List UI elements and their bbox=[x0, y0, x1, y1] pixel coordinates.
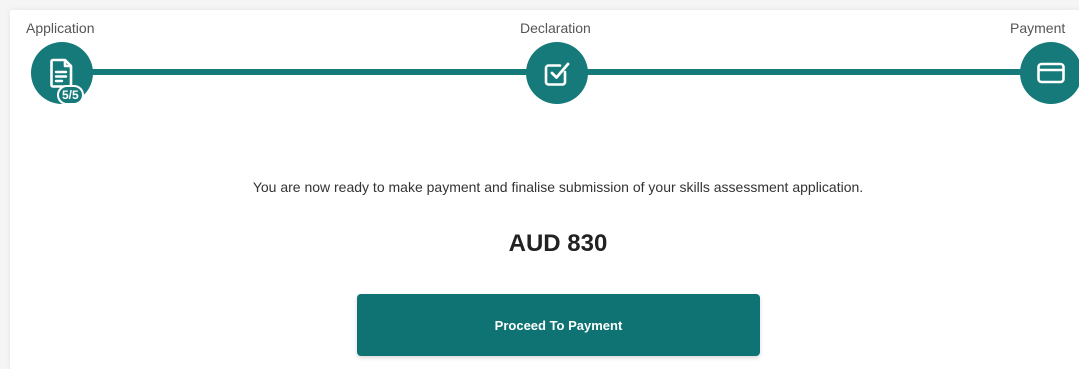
credit-card-icon bbox=[1037, 62, 1065, 84]
payment-amount: AUD 830 bbox=[508, 230, 608, 257]
proceed-to-payment-button[interactable]: Proceed To Payment bbox=[357, 294, 760, 356]
step-completion-badge: 5/5 bbox=[57, 85, 84, 105]
step-label-application: Application bbox=[26, 20, 95, 36]
checkbox-icon bbox=[544, 62, 570, 86]
step-declaration[interactable] bbox=[526, 42, 588, 104]
step-label-payment: Payment bbox=[1010, 20, 1066, 36]
ready-message: You are now ready to make payment and fi… bbox=[252, 179, 864, 195]
payment-card: Application Declaration Payment 5/5 You … bbox=[10, 10, 1079, 369]
step-label-declaration: Declaration bbox=[520, 20, 591, 36]
progress-stepper: Application Declaration Payment 5/5 bbox=[10, 10, 1079, 120]
step-payment[interactable] bbox=[1020, 42, 1079, 104]
document-icon bbox=[50, 58, 73, 88]
